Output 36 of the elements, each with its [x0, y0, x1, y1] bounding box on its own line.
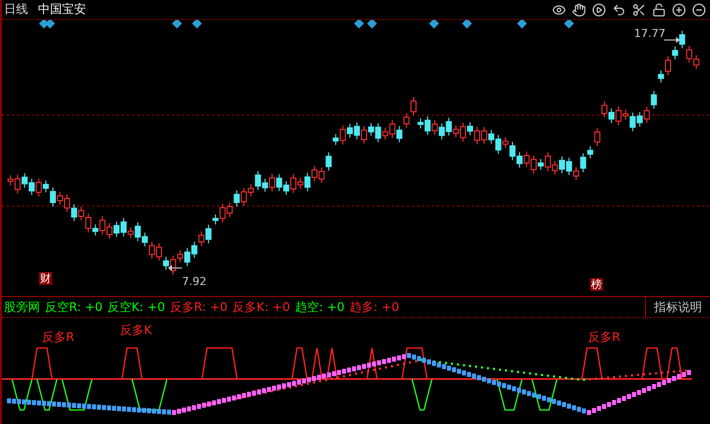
diamond-marker: [172, 20, 182, 28]
diamond-marker: [367, 20, 377, 28]
diamond-marker: [429, 20, 439, 28]
diamond-marker: [517, 20, 527, 28]
event-marker[interactable]: 财: [39, 272, 52, 285]
play-icon[interactable]: [592, 2, 606, 16]
diamond-marker: [192, 20, 202, 28]
signal-label: 反多R: [588, 331, 620, 343]
signal-label: 反多R: [42, 331, 74, 343]
period-label: 日线: [4, 1, 28, 18]
zoom-out-icon[interactable]: [692, 2, 706, 16]
indicator-value: 趋多: +0: [350, 298, 400, 316]
indicator-value: 反空K: +0: [108, 298, 165, 316]
signal-label: 反多K: [120, 324, 152, 336]
eye-icon[interactable]: [552, 2, 566, 16]
stock-name: 中国宝安: [38, 1, 86, 18]
indicator-value: 反多K: +0: [232, 298, 290, 316]
leader-line: [664, 37, 680, 43]
leader-line: [168, 265, 182, 271]
diamond-marker: [354, 20, 364, 28]
diamond-marker: [45, 20, 55, 28]
indicator-value: 反空R: +0: [45, 298, 103, 316]
undo-icon[interactable]: [612, 2, 626, 16]
low-price-label: 7.92: [182, 276, 206, 287]
indicator-name: 股旁网: [4, 298, 40, 316]
hand-icon[interactable]: [572, 2, 586, 16]
diamond-marker: [564, 20, 574, 28]
diamond-marker: [462, 20, 472, 28]
diamond-marker: [39, 20, 49, 28]
indicator-value: 反多R: +0: [170, 298, 228, 316]
unlock-icon[interactable]: [652, 2, 666, 16]
scissors-icon[interactable]: [632, 2, 646, 16]
high-price-label: 17.77: [634, 28, 666, 39]
zoom-in-icon[interactable]: [672, 2, 686, 16]
indicator-value: 趋空: +0: [295, 298, 345, 316]
event-marker[interactable]: 榜: [590, 278, 603, 291]
